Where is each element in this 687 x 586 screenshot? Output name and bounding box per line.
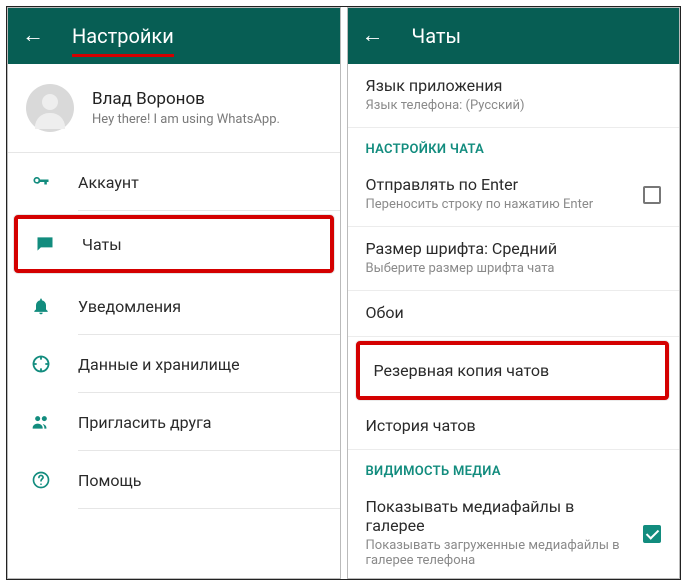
setting-title: Резервная копия чатов (374, 361, 652, 380)
menu-label: Чаты (82, 235, 122, 254)
menu-label: Пригласить друга (78, 413, 212, 432)
data-icon (30, 353, 52, 375)
chat-icon (34, 233, 56, 255)
menu-label: Помощь (78, 471, 141, 490)
setting-title: Язык приложения (366, 76, 662, 95)
menu-label: Уведомления (78, 297, 181, 316)
setting-sub: Выберите размер шрифта чата (366, 261, 662, 276)
profile-row[interactable]: Влад Воронов Hey there! I am using Whats… (8, 64, 340, 153)
bell-icon (30, 295, 52, 317)
invite-icon (30, 411, 52, 433)
back-arrow-icon[interactable]: ← (362, 25, 384, 47)
menu-item-notifications[interactable]: Уведомления (8, 277, 340, 335)
highlight-backup: Резервная копия чатов (356, 341, 670, 400)
checkbox-enter-send[interactable] (643, 186, 661, 204)
setting-app-language[interactable]: Язык приложения Язык телефона: (Русский) (348, 64, 680, 128)
highlight-underline (72, 54, 174, 57)
setting-chat-backup[interactable]: Резервная копия чатов (360, 345, 666, 396)
avatar (26, 84, 74, 132)
setting-sub: Переносить строку по нажатию Enter (366, 197, 662, 212)
appbar-title-text: Настройки (72, 24, 174, 48)
menu-item-help[interactable]: Помощь (8, 451, 340, 509)
menu-item-invite[interactable]: Пригласить друга (8, 393, 340, 451)
menu-label: Данные и хранилище (78, 355, 240, 374)
help-icon (30, 469, 52, 491)
appbar-title: Чаты (412, 24, 462, 48)
appbar-settings: ← Настройки (8, 8, 340, 64)
setting-title: Обои (366, 303, 662, 322)
setting-title: Отправлять по Enter (366, 175, 662, 194)
settings-screen: ← Настройки Влад Воронов Hey there! I am… (7, 7, 341, 579)
appbar-chats: ← Чаты (348, 8, 680, 64)
menu-label: Аккаунт (78, 173, 139, 192)
checkbox-media-visibility[interactable] (643, 525, 661, 543)
highlight-chats: Чаты (14, 215, 334, 273)
setting-chat-history[interactable]: История чатов (348, 404, 680, 450)
setting-sub: Показывать загруженные медиафайлы в гале… (366, 538, 662, 568)
chats-settings-screen: ← Чаты Язык приложения Язык телефона: (Р… (347, 7, 681, 579)
back-arrow-icon[interactable]: ← (22, 25, 44, 47)
setting-sub: Язык телефона: (Русский) (366, 98, 662, 113)
menu-item-data[interactable]: Данные и хранилище (8, 335, 340, 393)
setting-font-size[interactable]: Размер шрифта: Средний Выберите размер ш… (348, 227, 680, 291)
menu-item-account[interactable]: Аккаунт (8, 153, 340, 211)
setting-media-visibility[interactable]: Показывать медиафайлы в галерее Показыва… (348, 485, 680, 578)
section-chat-settings: НАСТРОЙКИ ЧАТА (348, 128, 680, 163)
key-icon (30, 171, 52, 193)
setting-title: История чатов (366, 416, 662, 435)
setting-title: Показывать медиафайлы в галерее (366, 497, 662, 535)
appbar-title: Настройки (72, 24, 174, 48)
setting-wallpaper[interactable]: Обои (348, 291, 680, 337)
profile-status: Hey there! I am using WhatsApp. (92, 112, 280, 127)
profile-name: Влад Воронов (92, 89, 280, 109)
section-media-visibility: ВИДИМОСТЬ МЕДИА (348, 450, 680, 485)
menu-item-chats[interactable]: Чаты (18, 219, 330, 269)
setting-title: Размер шрифта: Средний (366, 239, 662, 258)
setting-enter-send[interactable]: Отправлять по Enter Переносить строку по… (348, 163, 680, 227)
